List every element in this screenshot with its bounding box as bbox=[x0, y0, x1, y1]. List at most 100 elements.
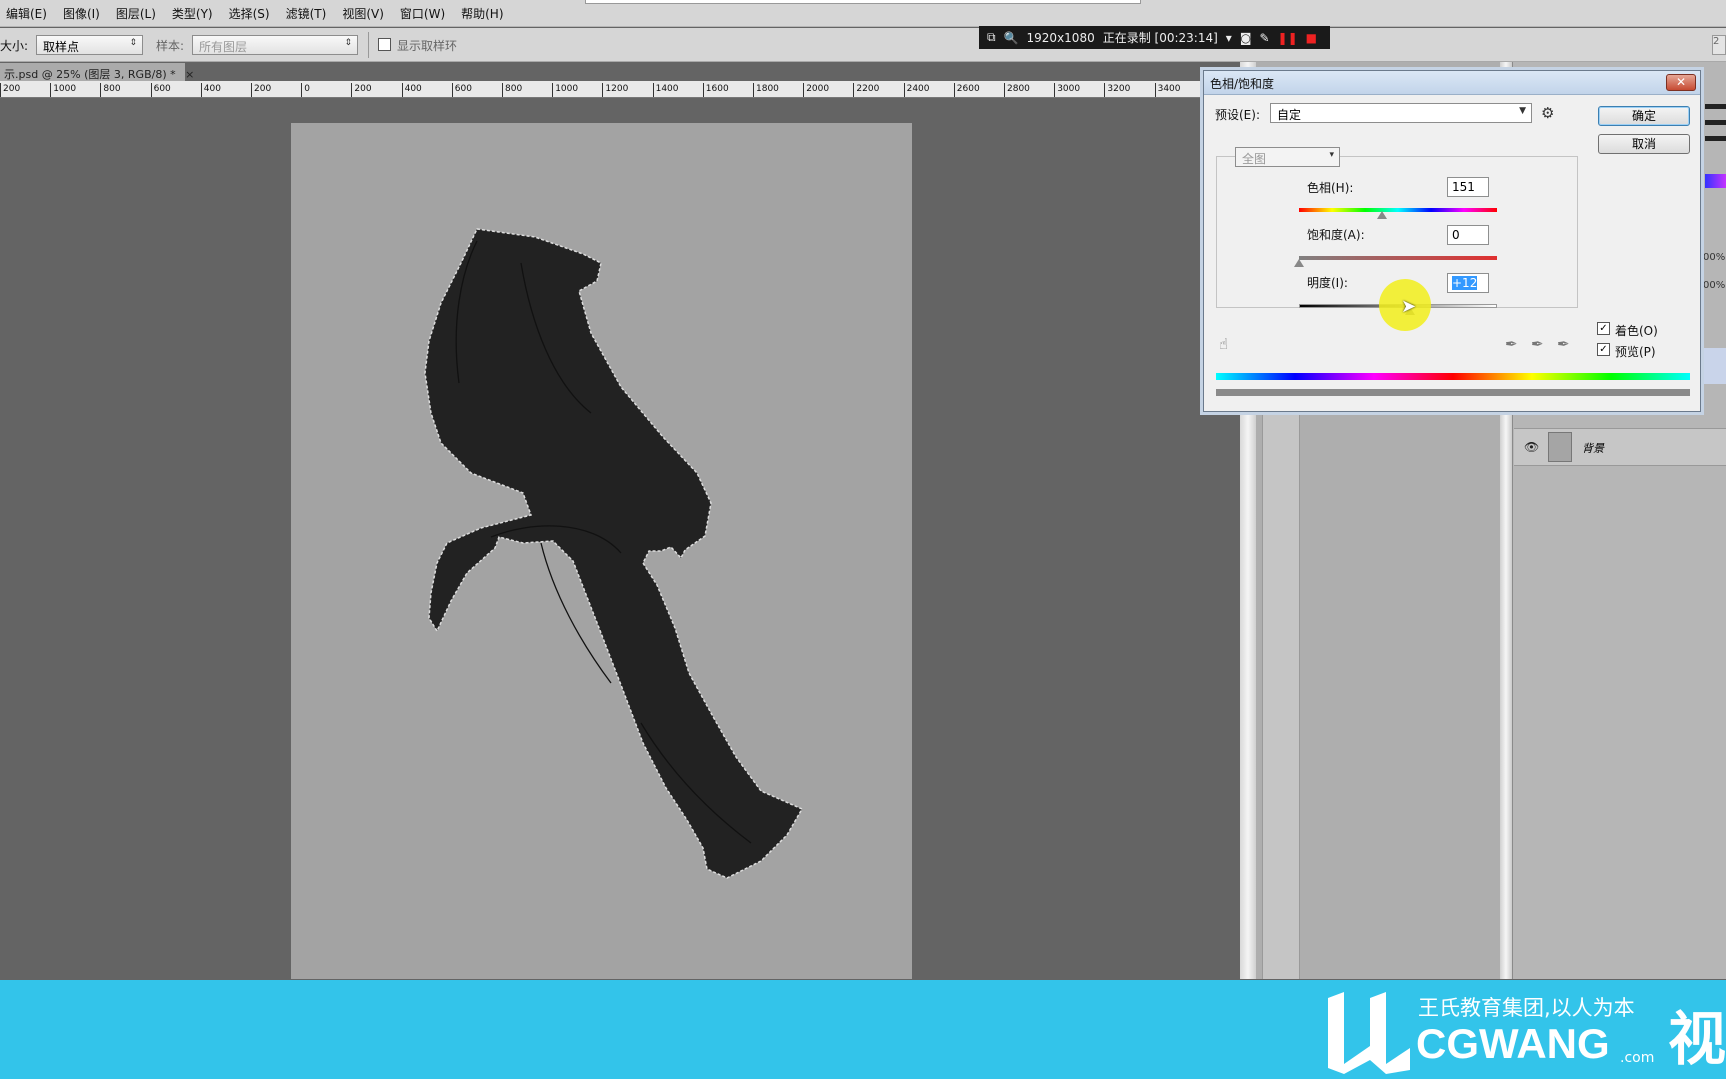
menu-item[interactable]: 类型(Y) bbox=[172, 5, 213, 22]
ruler-tick-label: 2800 bbox=[1004, 83, 1030, 97]
menu-item[interactable]: 帮助(H) bbox=[461, 5, 503, 22]
separator bbox=[368, 32, 369, 58]
brand-tail-text: 视 bbox=[1668, 1005, 1726, 1073]
hue-input[interactable]: 151 bbox=[1447, 177, 1489, 197]
document-canvas[interactable] bbox=[291, 123, 912, 979]
colorize-label: 着色(O) bbox=[1615, 324, 1658, 338]
lightness-label: 明度(I): bbox=[1307, 276, 1348, 290]
workspace-button[interactable]: 2 bbox=[1712, 35, 1726, 55]
channel-select[interactable]: 全图 ▾ bbox=[1235, 147, 1340, 167]
horizontal-ruler: 200 1000 800 600 400 200 0 200 400 600 800 1000 1200… bbox=[0, 81, 1210, 98]
preset-select[interactable]: 自定 ▼ bbox=[1270, 103, 1532, 123]
cgwang-logo bbox=[1328, 992, 1410, 1074]
ruler-tick-label: 3400 bbox=[1154, 83, 1181, 97]
top-window-strip bbox=[585, 0, 1141, 4]
ruler-tick-label: 600 bbox=[451, 83, 472, 97]
ruler-tick-label: 800 bbox=[100, 83, 121, 97]
panel-bar bbox=[1705, 104, 1726, 109]
lightness-input[interactable]: +12 bbox=[1447, 273, 1489, 293]
saturation-input[interactable]: 0 bbox=[1447, 225, 1489, 245]
hue-slider-thumb[interactable] bbox=[1377, 211, 1388, 219]
close-icon[interactable]: ✕ bbox=[1666, 74, 1696, 91]
saturation-label: 饱和度(A): bbox=[1307, 228, 1365, 242]
ruler-tick-label: 1200 bbox=[602, 83, 628, 97]
panel-bar bbox=[1705, 136, 1726, 141]
ruler-tick-label: 1000 bbox=[552, 83, 578, 97]
recorder-resolution: 1920x1080 bbox=[1026, 30, 1095, 45]
ruler-tick-label: 200 bbox=[0, 83, 20, 97]
layer-thumbnail bbox=[1548, 432, 1572, 462]
brand-text: CGWANG bbox=[1416, 1020, 1610, 1067]
fill-value: 00% bbox=[1703, 280, 1726, 291]
camera-icon[interactable]: ◙ bbox=[1240, 31, 1252, 45]
hue-label: 色相(H): bbox=[1307, 181, 1354, 195]
ruler-tick-label: 2200 bbox=[853, 83, 879, 97]
ruler-tick-label: 200 bbox=[251, 83, 271, 97]
show-ring-label: 显示取样环 bbox=[397, 39, 458, 53]
recorder-status: 正在录制 [00:23:14] bbox=[1102, 31, 1218, 45]
result-spectrum-bar bbox=[1216, 389, 1690, 396]
preview-label: 预览(P) bbox=[1615, 345, 1656, 359]
ruler-tick-label: 1400 bbox=[652, 83, 679, 97]
dialog-title: 色相/饱和度 bbox=[1210, 77, 1275, 91]
ruler-tick-label: 1000 bbox=[50, 83, 76, 97]
eye-icon[interactable]: 👁 bbox=[1524, 440, 1539, 454]
dialog-titlebar[interactable]: 色相/饱和度 ✕ bbox=[1204, 71, 1700, 95]
eyedropper-plus-icon[interactable]: ✒ bbox=[1531, 335, 1544, 353]
slogan-text: 王氏教育集团,以人为本 bbox=[1418, 996, 1635, 1020]
hue-spectrum-bar bbox=[1216, 373, 1690, 380]
ruler-tick-label: 400 bbox=[200, 83, 221, 97]
ruler-tick-label: 2600 bbox=[953, 83, 980, 97]
sample-label: 样本: bbox=[156, 39, 185, 53]
cursor-arrow-icon: ➤ bbox=[1401, 296, 1417, 317]
ruler-tick-label: 800 bbox=[502, 83, 522, 97]
saturation-slider-track[interactable] bbox=[1299, 256, 1497, 260]
pause-icon[interactable]: ❚❚ bbox=[1278, 31, 1298, 45]
document-tab-title: 示.psd @ 25% (图层 3, RGB/8) * bbox=[4, 68, 176, 81]
menu-item[interactable]: 滤镜(T) bbox=[286, 5, 327, 22]
pen-icon[interactable]: ✎ bbox=[1259, 31, 1269, 45]
sample-select-value: 所有图层 bbox=[199, 40, 248, 54]
close-icon[interactable]: × bbox=[185, 68, 194, 81]
menu-item[interactable]: 图层(L) bbox=[116, 5, 156, 22]
saturation-slider-thumb[interactable] bbox=[1294, 259, 1304, 267]
menu-item[interactable]: 编辑(E) bbox=[6, 5, 47, 22]
ruler-tick-label: 3000 bbox=[1054, 83, 1080, 97]
options-bar: 大小: 取样点 ⇕ 样本: 所有图层 ⇕ 显示取样环 2 bbox=[0, 28, 1726, 62]
cancel-button[interactable]: 取消 bbox=[1598, 134, 1690, 154]
opacity-value: 00% bbox=[1703, 252, 1726, 263]
channel-select-value: 全图 bbox=[1242, 152, 1267, 166]
ruler-tick-label: 2400 bbox=[903, 83, 930, 97]
layer-row-background[interactable]: 👁 背景 bbox=[1514, 428, 1726, 466]
show-ring-checkbox[interactable] bbox=[378, 38, 391, 51]
updown-arrow-icon: ⇕ bbox=[344, 38, 352, 48]
eyedropper-icon[interactable]: ✒ bbox=[1505, 335, 1518, 353]
layer-name: 背景 bbox=[1582, 442, 1604, 455]
preview-checkbox[interactable]: ✓ bbox=[1597, 343, 1610, 356]
menu-item[interactable]: 视图(V) bbox=[342, 5, 384, 22]
hue-slider-track[interactable] bbox=[1299, 208, 1497, 212]
watermark-banner: 王氏教育集团,以人为本 CGWANG .com 视 bbox=[0, 980, 1726, 1079]
colorize-checkbox[interactable]: ✓ bbox=[1597, 322, 1610, 335]
preset-label: 预设(E): bbox=[1215, 108, 1260, 122]
size-select[interactable]: 取样点 ⇕ bbox=[36, 35, 143, 55]
zoom-icon[interactable]: 🔍 bbox=[1004, 31, 1019, 45]
gear-icon[interactable]: ⚙ bbox=[1541, 104, 1554, 122]
ok-button[interactable]: 确定 bbox=[1598, 106, 1690, 126]
ruler-tick-label: 1800 bbox=[753, 83, 779, 97]
chevron-down-icon: ▾ bbox=[1329, 150, 1334, 160]
color-swatch-bar bbox=[1705, 174, 1726, 188]
ruler-tick-label: 400 bbox=[401, 83, 422, 97]
menu-bar: 编辑(E) 图像(I) 图层(L) 类型(Y) 选择(S) 滤镜(T) 视图(V) 窗口(W)… bbox=[0, 0, 1726, 27]
eyedropper-minus-icon[interactable]: ✒ bbox=[1557, 335, 1570, 353]
leg-silhouette bbox=[424, 228, 804, 879]
dropdown-arrow-icon[interactable]: ▾ bbox=[1226, 31, 1232, 45]
menu-item[interactable]: 图像(I) bbox=[63, 5, 100, 22]
document-tab[interactable]: 示.psd @ 25% (图层 3, RGB/8) * × bbox=[0, 63, 194, 83]
window-icon[interactable]: ⧉ bbox=[987, 30, 996, 45]
menu-item[interactable]: 窗口(W) bbox=[400, 5, 445, 22]
sample-select[interactable]: 所有图层 ⇕ bbox=[192, 35, 358, 55]
hand-adjust-icon[interactable]: ☝ bbox=[1219, 335, 1228, 353]
stop-icon[interactable]: ■ bbox=[1306, 31, 1317, 45]
menu-item[interactable]: 选择(S) bbox=[229, 5, 270, 22]
